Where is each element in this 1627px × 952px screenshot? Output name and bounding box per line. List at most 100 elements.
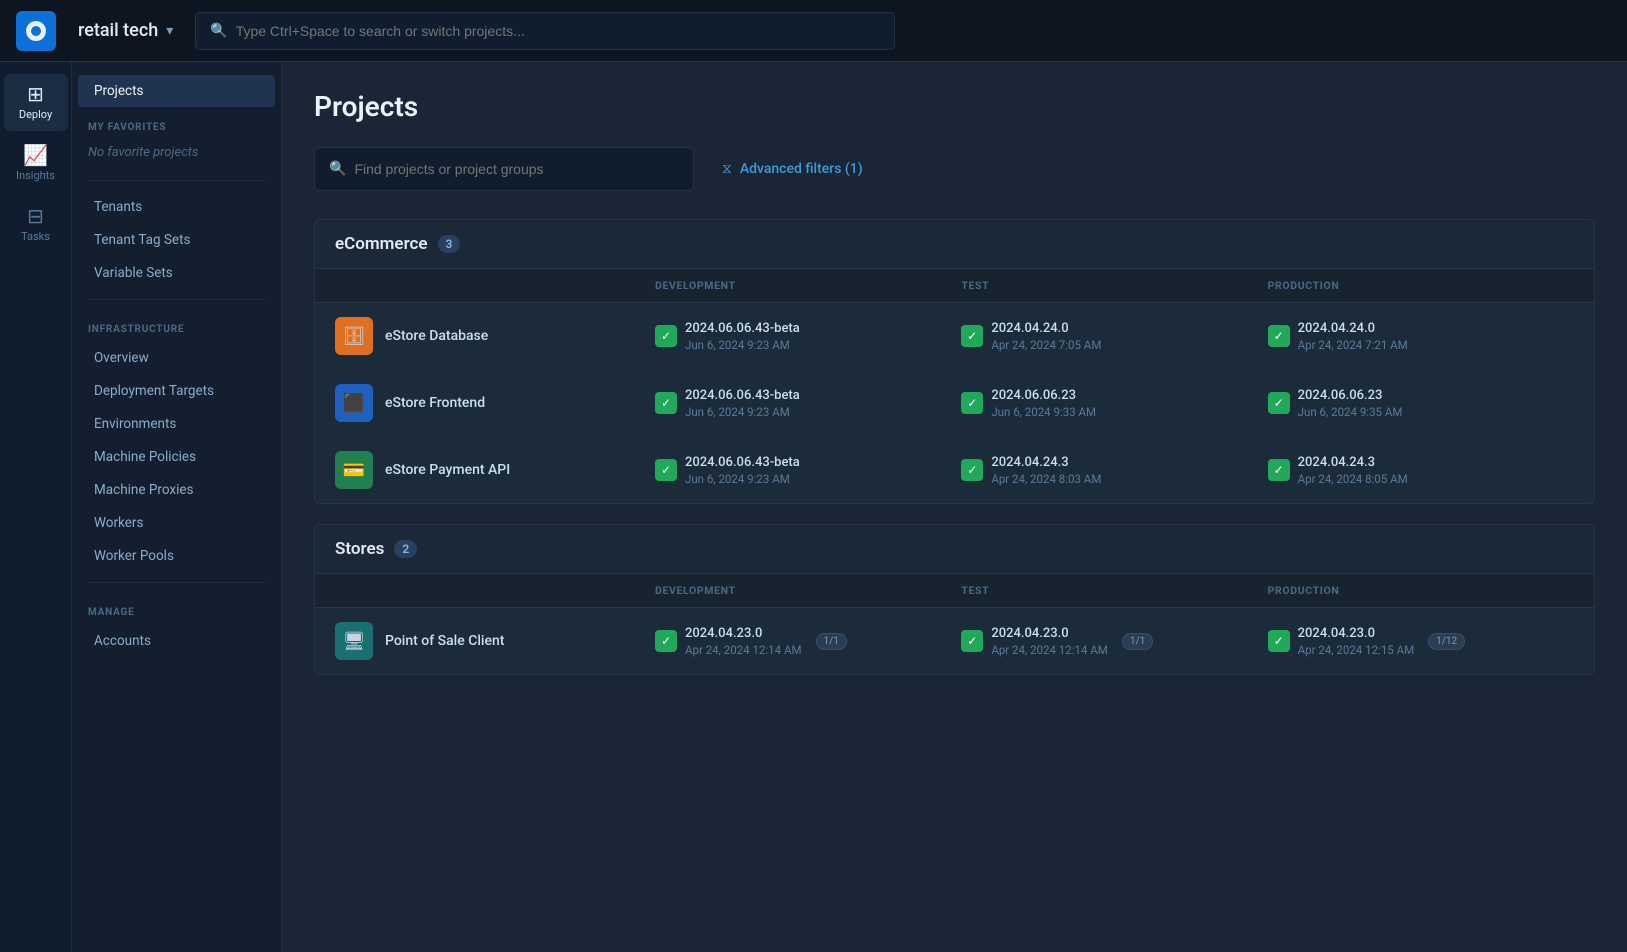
- deploy-info-test-2: 2024.04.24.3 Apr 24, 2024 8:03 AM: [991, 455, 1101, 486]
- deploy-version-prod-1: 2024.06.06.23: [1298, 388, 1403, 403]
- col-header-3: PRODUCTION: [1268, 279, 1574, 292]
- sidebar-tenants[interactable]: Tenants: [78, 191, 275, 223]
- project-name-0: Point of Sale Client: [385, 633, 504, 649]
- deploy-date-dev-1: Jun 6, 2024 9:23 AM: [685, 405, 800, 419]
- deploy-version-test-2: 2024.04.24.3: [991, 455, 1101, 470]
- col-header-1: DEVELOPMENT: [655, 279, 961, 292]
- sidebar: Projects MY FAVORITES No favorite projec…: [72, 62, 282, 952]
- check-badge-prod-1: ✓: [1268, 392, 1290, 414]
- deploy-date-prod-0: Apr 24, 2024 12:15 AM: [1298, 643, 1415, 657]
- col-header-3: PRODUCTION: [1268, 584, 1574, 597]
- deploy-badge-dev-0: 1/1: [816, 633, 847, 650]
- group-header-0[interactable]: eCommerce 3: [315, 220, 1594, 269]
- check-badge-test-0: ✓: [961, 325, 983, 347]
- projects-label: Projects: [94, 83, 144, 99]
- deploy-date-dev-2: Jun 6, 2024 9:23 AM: [685, 472, 800, 486]
- project-name-1: eStore Frontend: [385, 395, 485, 411]
- deploy-cell-dev-2: ✓ 2024.06.06.43-beta Jun 6, 2024 9:23 AM: [655, 455, 961, 486]
- search-icon: 🔍: [329, 161, 346, 177]
- deploy-version-test-1: 2024.06.06.23: [991, 388, 1096, 403]
- col-header-1: DEVELOPMENT: [655, 584, 961, 597]
- deploy-icon: ⊞: [27, 84, 44, 104]
- sidebar-tenant-tag-sets[interactable]: Tenant Tag Sets: [78, 224, 275, 256]
- app-layout: ⊞ Deploy 📈 Insights ⊟ Tasks Projects MY …: [0, 62, 1627, 952]
- table-row[interactable]: 💳 eStore Payment API ✓ 2024.06.06.43-bet…: [315, 437, 1594, 503]
- deploy-version-test-0: 2024.04.23.0: [991, 626, 1108, 641]
- sidebar-machine-proxies[interactable]: Machine Proxies: [78, 474, 275, 506]
- deploy-info-dev-1: 2024.06.06.43-beta Jun 6, 2024 9:23 AM: [685, 388, 800, 419]
- project-info-0: 🖥 Point of Sale Client: [335, 622, 655, 660]
- col-header-2: TEST: [961, 279, 1267, 292]
- deploy-date-prod-1: Jun 6, 2024 9:35 AM: [1298, 405, 1403, 419]
- sidebar-worker-pools[interactable]: Worker Pools: [78, 540, 275, 572]
- deploy-date-test-0: Apr 24, 2024 7:05 AM: [991, 338, 1101, 352]
- group-header-1[interactable]: Stores 2: [315, 525, 1594, 574]
- deploy-date-prod-0: Apr 24, 2024 7:21 AM: [1298, 338, 1408, 352]
- sidebar-item-deploy[interactable]: ⊞ Deploy: [4, 74, 68, 131]
- table-row[interactable]: 🖥 Point of Sale Client ✓ 2024.04.23.0 Ap…: [315, 608, 1594, 674]
- project-icon-0: 🖥: [335, 622, 373, 660]
- deploy-version-prod-0: 2024.04.24.0: [1298, 321, 1408, 336]
- project-search-input[interactable]: [354, 161, 679, 177]
- tasks-label: Tasks: [21, 230, 50, 243]
- table-row[interactable]: ⬛ eStore Frontend ✓ 2024.06.06.43-beta J…: [315, 370, 1594, 437]
- deploy-label: Deploy: [19, 108, 52, 121]
- sidebar-accounts[interactable]: Accounts: [78, 625, 275, 657]
- project-search-bar[interactable]: 🔍: [314, 147, 694, 191]
- project-icon-2: 💳: [335, 451, 373, 489]
- col-header-0: [335, 279, 655, 292]
- deploy-cell-dev-0: ✓ 2024.04.23.0 Apr 24, 2024 12:14 AM 1/1: [655, 626, 961, 657]
- org-selector[interactable]: retail tech ▾: [68, 14, 183, 47]
- divider-2: [88, 299, 265, 300]
- deploy-info-test-1: 2024.06.06.23 Jun 6, 2024 9:33 AM: [991, 388, 1096, 419]
- sidebar-deployment-targets[interactable]: Deployment Targets: [78, 375, 275, 407]
- check-badge-dev-0: ✓: [655, 630, 677, 652]
- search-icon: 🔍: [210, 23, 227, 39]
- deploy-version-dev-0: 2024.06.06.43-beta: [685, 321, 800, 336]
- deploy-cell-prod-2: ✓ 2024.04.24.3 Apr 24, 2024 8:05 AM: [1268, 455, 1574, 486]
- infrastructure-heading: INFRASTRUCTURE: [72, 310, 281, 341]
- table-row[interactable]: 🗄 eStore Database ✓ 2024.06.06.43-beta J…: [315, 303, 1594, 370]
- group-count-0: 3: [438, 235, 461, 253]
- deploy-info-prod-1: 2024.06.06.23 Jun 6, 2024 9:35 AM: [1298, 388, 1403, 419]
- deploy-version-prod-2: 2024.04.24.3: [1298, 455, 1408, 470]
- deploy-version-dev-2: 2024.06.06.43-beta: [685, 455, 800, 470]
- filter-icon: ⧖: [722, 161, 732, 177]
- manage-heading: MANAGE: [72, 593, 281, 624]
- group-name-0: eCommerce: [335, 234, 428, 254]
- project-info-2: 💳 eStore Payment API: [335, 451, 655, 489]
- deploy-info-dev-2: 2024.06.06.43-beta Jun 6, 2024 9:23 AM: [685, 455, 800, 486]
- sidebar-overview[interactable]: Overview: [78, 342, 275, 374]
- deploy-cell-test-0: ✓ 2024.04.23.0 Apr 24, 2024 12:14 AM 1/1: [961, 626, 1267, 657]
- sidebar-environments[interactable]: Environments: [78, 408, 275, 440]
- deploy-info-dev-0: 2024.04.23.0 Apr 24, 2024 12:14 AM: [685, 626, 802, 657]
- no-favorites-text: No favorite projects: [72, 139, 281, 170]
- deploy-badge-test-0: 1/1: [1122, 633, 1153, 650]
- insights-label: Insights: [16, 169, 55, 182]
- deploy-cell-test-1: ✓ 2024.06.06.23 Jun 6, 2024 9:33 AM: [961, 388, 1267, 419]
- project-info-0: 🗄 eStore Database: [335, 317, 655, 355]
- project-icon-1: ⬛: [335, 384, 373, 422]
- sidebar-workers[interactable]: Workers: [78, 507, 275, 539]
- insights-icon: 📈: [23, 145, 48, 165]
- deploy-version-prod-0: 2024.04.23.0: [1298, 626, 1415, 641]
- global-search-input[interactable]: [236, 23, 881, 39]
- deploy-cell-dev-1: ✓ 2024.06.06.43-beta Jun 6, 2024 9:23 AM: [655, 388, 961, 419]
- project-icon-0: 🗄: [335, 317, 373, 355]
- page-title: Projects: [314, 90, 1595, 123]
- global-search-bar[interactable]: 🔍: [195, 12, 895, 50]
- sidebar-variable-sets[interactable]: Variable Sets: [78, 257, 275, 289]
- sidebar-projects[interactable]: Projects: [78, 75, 275, 107]
- chevron-down-icon: ▾: [166, 23, 173, 39]
- sidebar-item-insights[interactable]: 📈 Insights: [4, 135, 68, 192]
- deploy-date-prod-2: Apr 24, 2024 8:05 AM: [1298, 472, 1408, 486]
- logo-button[interactable]: [16, 11, 56, 51]
- sidebar-item-tasks[interactable]: ⊟ Tasks: [4, 196, 68, 253]
- divider-3: [88, 582, 265, 583]
- deploy-date-dev-0: Jun 6, 2024 9:23 AM: [685, 338, 800, 352]
- deploy-info-test-0: 2024.04.24.0 Apr 24, 2024 7:05 AM: [991, 321, 1101, 352]
- org-name: retail tech: [78, 20, 158, 41]
- sidebar-machine-policies[interactable]: Machine Policies: [78, 441, 275, 473]
- advanced-filters-button[interactable]: ⧖ Advanced filters (1): [710, 153, 875, 185]
- check-badge-test-0: ✓: [961, 630, 983, 652]
